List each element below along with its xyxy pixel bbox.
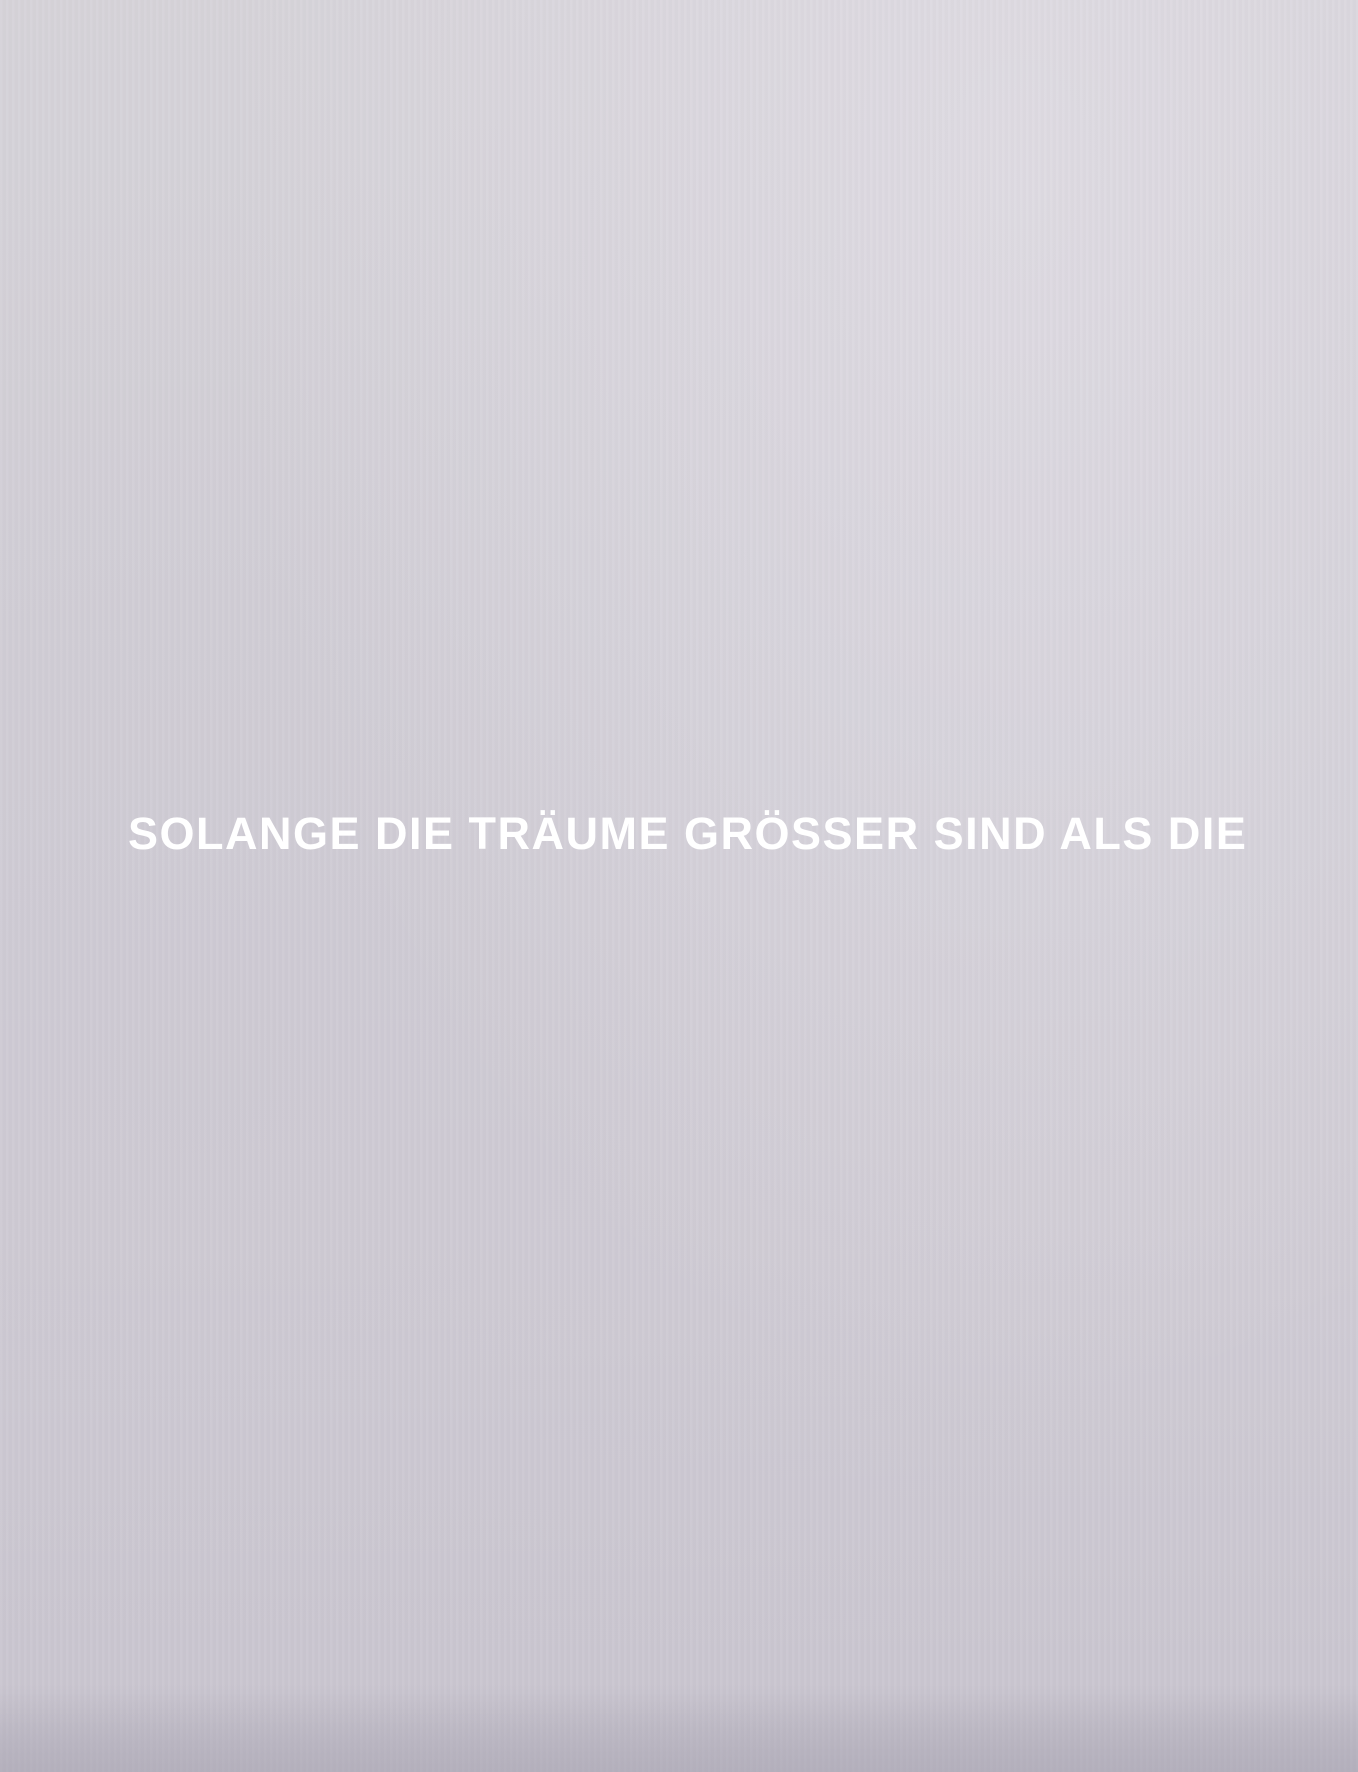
background-texture [0,0,1358,1772]
hero-headline: SOLANGE DIE TRÄUME GRÖSSER SIND ALS DIE [128,808,1248,859]
hero-section: SOLANGE DIE TRÄUME GRÖSSER SIND ALS DIE [0,0,1358,1772]
bottom-gradient [0,1692,1358,1772]
